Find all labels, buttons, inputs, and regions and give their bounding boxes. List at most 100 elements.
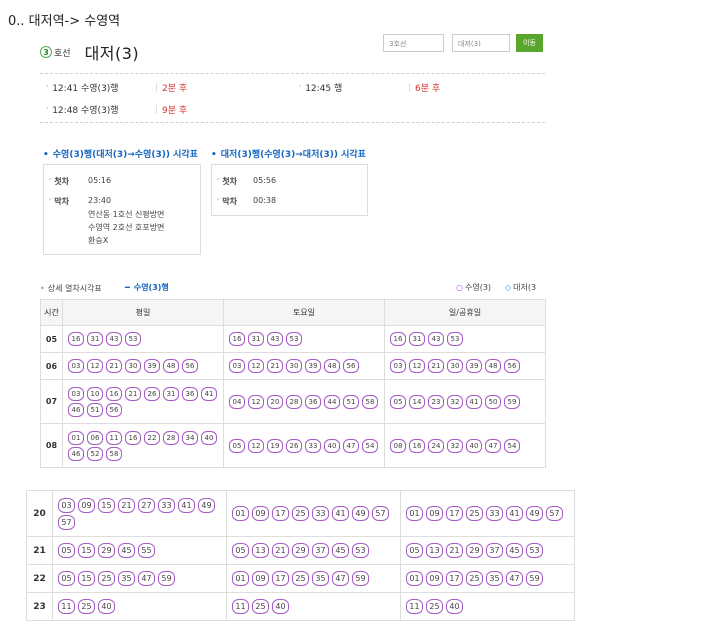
departure-minute: 49 — [198, 497, 215, 513]
diamond-icon: ◇ — [505, 283, 512, 292]
departure-minute: 47 — [485, 438, 501, 453]
departure-minute: 57 — [546, 506, 563, 521]
line-3-icon: 3 — [40, 46, 52, 58]
saturday-cell: 01 09 17 25 35 47 59 — [226, 564, 401, 593]
departure-minute: 47 — [343, 438, 359, 453]
departure-minute: 10 — [87, 386, 103, 401]
departure-minute: 16 — [106, 386, 122, 401]
departure-minute: 43 — [428, 332, 444, 346]
departure-minute: 21 — [125, 386, 141, 401]
departure-minute: 21 — [106, 359, 122, 373]
arrival-eta: 9분 후 — [155, 103, 187, 116]
departure-minute: 55 — [138, 543, 155, 558]
departure-minute: 08 — [390, 438, 406, 453]
departure-minute: 05 — [58, 571, 75, 586]
weekday-cell: 03 12 21 30 39 48 56 — [62, 352, 224, 380]
departure-minute: 17 — [446, 571, 463, 586]
departure-minute: 13 — [252, 543, 269, 558]
departure-minute: 46 — [68, 402, 84, 417]
departure-minute: 43 — [267, 332, 283, 346]
departure-minute: 39 — [466, 359, 482, 373]
hour-cell: 05 — [40, 325, 63, 353]
holiday-cell: 08 16 24 32 40 47 54 — [384, 423, 546, 468]
saturday-cell: 05 12 19 26 33 40 47 54 — [223, 423, 385, 468]
saturday-cell: 11 25 40 — [226, 592, 401, 621]
departure-minute: 40 — [201, 430, 217, 445]
holiday-cell: 05 13 21 29 37 45 53 — [400, 536, 575, 565]
departure-minute: 12 — [248, 359, 264, 373]
timetable-right-title[interactable]: • 대저(3)행(수영(3)→대저(3)) 시각표 — [211, 147, 366, 160]
departure-minute: 03 — [68, 386, 84, 401]
departure-minute: 40 — [466, 438, 482, 453]
go-button[interactable]: 이동 — [516, 34, 543, 52]
saturday-cell: 16 31 43 53 — [223, 325, 385, 353]
departure-minute: 35 — [486, 571, 503, 586]
departure-minute: 16 — [229, 332, 245, 346]
departure-minute: 40 — [272, 599, 289, 614]
departure-minute: 57 — [58, 514, 75, 530]
departure-minute: 53 — [352, 543, 369, 558]
holiday-cell: 01 09 17 25 33 41 49 57 — [400, 490, 575, 537]
hour-cell: 06 — [40, 352, 63, 380]
line-name: 호선 — [54, 48, 71, 59]
departure-minute: 41 — [201, 386, 217, 401]
holiday-cell: 11 25 40 — [400, 592, 575, 621]
bullet-icon: ' — [46, 84, 49, 93]
departure-minute: 21 — [446, 543, 463, 558]
weekday-cell: 05 15 29 45 55 — [52, 536, 227, 565]
departure-minute: 35 — [312, 571, 329, 586]
bullet-icon: ' — [217, 197, 220, 206]
departure-minute: 12 — [248, 438, 264, 453]
detail-timetable: 시간 평일 토요일 일/공휴일 05 16 31 43 53 16 31 43 53 16 31 43… — [40, 299, 546, 468]
departure-minute: 49 — [352, 506, 369, 521]
departure-minute: 15 — [78, 543, 95, 558]
table-row: 22 05 15 25 35 47 59 01 09 17 25 35 47 59 01 09 17 25 35 47… — [26, 564, 575, 593]
last-train-time: 00:38 — [253, 196, 277, 205]
departure-minute: 28 — [286, 394, 302, 409]
departure-minute: 25 — [466, 571, 483, 586]
departure-minute: 30 — [447, 359, 463, 373]
departure-minute: 29 — [98, 543, 115, 558]
departure-minute: 31 — [409, 332, 425, 346]
table-row: 07 03 10 16 21 26 31 36 41 46 51 56 04 12 20 28 36 44 51 58… — [40, 379, 546, 424]
departure-minute: 37 — [312, 543, 329, 558]
departure-minute: 59 — [352, 571, 369, 586]
departure-minute: 56 — [106, 402, 122, 417]
departure-minute: 22 — [144, 430, 160, 445]
departure-minute: 53 — [125, 332, 141, 346]
station-search-input[interactable]: 대저(3) — [452, 34, 510, 52]
departure-minute: 45 — [506, 543, 523, 558]
departure-minute: 54 — [362, 438, 378, 453]
departure-minute: 16 — [125, 430, 141, 445]
departure-minute: 01 — [406, 506, 423, 521]
departure-minute: 39 — [144, 359, 160, 373]
column-header: 평일 — [62, 299, 224, 326]
table-row: 23 11 25 40 11 25 40 11 25 40 — [26, 592, 575, 621]
departure-minute: 46 — [68, 446, 84, 461]
arrival-dest: 12:45 행 — [305, 84, 343, 94]
saturday-cell: 03 12 21 30 39 48 56 — [223, 352, 385, 380]
direction-tab[interactable]: ━ 수영(3)행 — [125, 282, 169, 293]
last-train-row: ' 막차 — [217, 197, 237, 206]
dash-icon: ━ — [125, 283, 130, 292]
departure-minute: 12 — [87, 359, 103, 373]
departure-minute: 09 — [252, 571, 269, 586]
departure-minute: 09 — [252, 506, 269, 521]
departure-minute: 45 — [118, 543, 135, 558]
weekday-cell: 01 06 11 16 22 28 34 40 46 52 58 — [62, 423, 224, 468]
timetable-right-box — [211, 164, 368, 216]
departure-minute: 40 — [446, 599, 463, 614]
departure-minute: 39 — [305, 359, 321, 373]
line-select[interactable]: 3호선 — [383, 34, 444, 52]
timetable-left-title[interactable]: • 수영(3)행(대저(3)→수영(3)) 시각표 — [43, 147, 198, 160]
departure-minute: 09 — [78, 497, 95, 513]
departure-minute: 33 — [486, 506, 503, 521]
table-row: 20 03 09 15 21 27 33 41 49 57 01 09 17 25 33 41 49 57 01 09… — [26, 490, 575, 537]
departure-minute: 35 — [118, 571, 135, 586]
page-title: 0.. 대저역-> 수영역 — [8, 14, 121, 29]
departure-minute: 34 — [182, 430, 198, 445]
departure-minute: 05 — [58, 543, 75, 558]
departure-minute: 40 — [324, 438, 340, 453]
departure-minute: 48 — [163, 359, 179, 373]
departure-minute: 54 — [504, 438, 520, 453]
